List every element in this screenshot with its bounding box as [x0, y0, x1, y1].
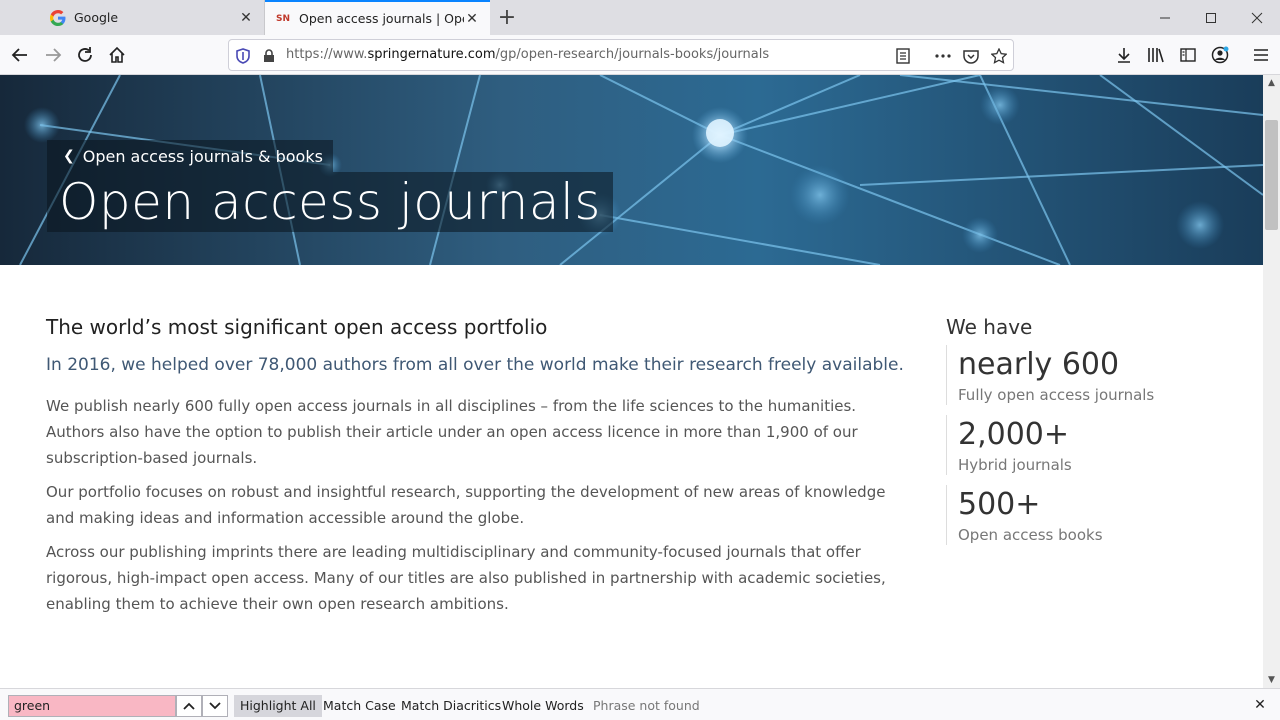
- maximize-icon[interactable]: [1188, 0, 1234, 35]
- close-tab-icon[interactable]: ✕: [238, 10, 254, 26]
- tab-open-access-journals[interactable]: SN Open access journals | Open re ✕: [265, 0, 490, 35]
- breadcrumb-label: Open access journals & books: [82, 146, 323, 166]
- address-bar[interactable]: https://www.springernature.com/gp/open-r…: [228, 39, 1014, 71]
- tab-title: Google: [74, 10, 119, 25]
- reload-button[interactable]: [69, 39, 101, 71]
- section-heading: The world’s most significant open access…: [46, 315, 548, 339]
- stat-value: 500+: [958, 487, 1041, 522]
- page-actions-icon[interactable]: [933, 46, 953, 66]
- lead-paragraph: In 2016, we helped over 78,000 authors f…: [46, 355, 904, 375]
- bookmark-star-icon[interactable]: [989, 46, 1009, 66]
- scroll-up-arrow-icon[interactable]: ▲: [1263, 75, 1280, 91]
- home-icon: [109, 46, 125, 63]
- forward-button[interactable]: [37, 39, 69, 71]
- minimize-icon[interactable]: [1142, 0, 1188, 35]
- navigation-toolbar: https://www.springernature.com/gp/open-r…: [0, 35, 1280, 75]
- stat-block: 2,000+ Hybrid journals: [946, 415, 1246, 475]
- find-next-button[interactable]: [202, 695, 228, 717]
- close-tab-icon[interactable]: ✕: [464, 11, 480, 27]
- hamburger-menu-icon: [1254, 49, 1268, 61]
- stat-label: Fully open access journals: [958, 386, 1155, 404]
- stat-label: Open access books: [958, 526, 1103, 544]
- url-path: /gp/open-research/journals-books/journal…: [495, 47, 770, 62]
- highlight-all-toggle[interactable]: Highlight All: [234, 695, 322, 717]
- chevron-down-icon: [209, 702, 221, 710]
- stat-block: nearly 600 Fully open access journals: [946, 345, 1246, 405]
- body-paragraph: Our portfolio focuses on robust and insi…: [46, 483, 886, 527]
- google-icon: [50, 9, 66, 26]
- main-content: The world’s most significant open access…: [46, 315, 916, 625]
- scrollbar-thumb[interactable]: [1265, 120, 1278, 230]
- stat-value: 2,000+: [958, 417, 1070, 452]
- library-icon: [1148, 48, 1164, 63]
- springer-nature-icon: SN: [275, 13, 290, 24]
- account-icon: [1211, 46, 1229, 64]
- vertical-scrollbar[interactable]: ▲ ▼: [1263, 75, 1280, 688]
- chevron-up-icon: [183, 702, 195, 710]
- tab-google[interactable]: Google ✕: [40, 0, 265, 35]
- find-input[interactable]: green: [8, 695, 176, 717]
- sidebar-icon: [1180, 48, 1196, 62]
- match-case-toggle[interactable]: Match Case: [317, 695, 402, 717]
- whole-words-toggle[interactable]: Whole Words: [496, 695, 590, 717]
- close-find-bar-icon[interactable]: ✕: [1250, 695, 1270, 715]
- scroll-down-arrow-icon[interactable]: ▼: [1263, 672, 1280, 688]
- page-title: Open access journals: [47, 172, 613, 232]
- download-icon: [1118, 48, 1130, 63]
- library-button[interactable]: [1140, 39, 1172, 71]
- tab-strip-spacer: [0, 0, 40, 35]
- chevron-left-icon: ❮: [63, 148, 75, 164]
- url-host: springernature.com: [367, 47, 496, 62]
- body-paragraph: Across our publishing imprints there are…: [46, 543, 886, 613]
- stat-value: nearly 600: [958, 347, 1120, 382]
- window-controls: [1142, 0, 1280, 35]
- find-bar: green Highlight All Match Case Match Dia…: [0, 688, 1280, 720]
- reload-icon: [78, 47, 92, 62]
- find-status: Phrase not found: [593, 698, 700, 713]
- page-viewport: ❮ Open access journals & books Open acce…: [0, 75, 1263, 688]
- stat-label: Hybrid journals: [958, 456, 1072, 474]
- tab-strip: Google ✕ SN Open access journals | Open …: [0, 0, 1280, 35]
- tracking-protection-shield-icon[interactable]: [233, 46, 253, 66]
- back-arrow-icon: [11, 48, 27, 62]
- reader-view-icon[interactable]: [893, 46, 913, 66]
- stats-sidebar: We have nearly 600 Fully open access jou…: [946, 315, 1246, 555]
- menu-button[interactable]: [1245, 39, 1277, 71]
- forward-arrow-icon: [46, 48, 62, 62]
- back-button[interactable]: [4, 39, 36, 71]
- close-window-icon[interactable]: [1234, 0, 1280, 35]
- breadcrumb-back-link[interactable]: ❮ Open access journals & books: [47, 140, 333, 172]
- account-button[interactable]: [1204, 39, 1236, 71]
- sidebar-heading: We have: [946, 315, 1033, 339]
- sidebar-button[interactable]: [1172, 39, 1204, 71]
- find-previous-button[interactable]: [176, 695, 202, 717]
- match-diacritics-toggle[interactable]: Match Diacritics: [395, 695, 507, 717]
- hero-banner: ❮ Open access journals & books Open acce…: [0, 75, 1263, 265]
- downloads-button[interactable]: [1108, 39, 1140, 71]
- stat-block: 500+ Open access books: [946, 485, 1246, 545]
- tab-title: Open access journals | Open re: [299, 11, 464, 26]
- pocket-icon[interactable]: [961, 46, 981, 66]
- home-button[interactable]: [101, 39, 133, 71]
- new-tab-button[interactable]: +: [490, 0, 524, 35]
- url-scheme: https://www.: [286, 47, 368, 62]
- url-text[interactable]: https://www.springernature.com/gp/open-r…: [286, 40, 769, 70]
- body-paragraph: We publish nearly 600 fully open access …: [46, 397, 858, 467]
- lock-icon[interactable]: [259, 46, 279, 66]
